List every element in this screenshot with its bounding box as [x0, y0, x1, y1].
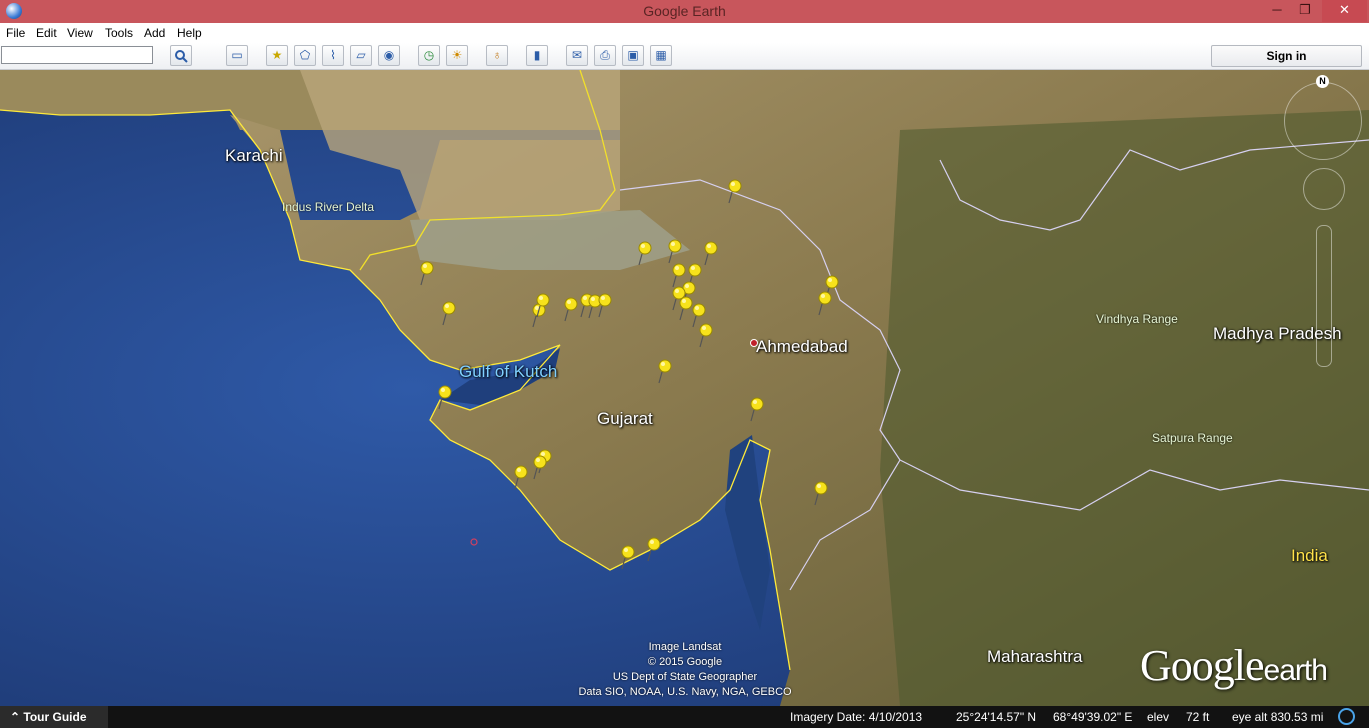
- status-bar: Imagery Date: 4/10/2013 25°24'14.57" N 6…: [0, 706, 1369, 728]
- look-control[interactable]: [1284, 82, 1362, 160]
- ruler-icon: ▮: [533, 48, 541, 62]
- pushpin-icon[interactable]: [816, 290, 832, 316]
- historical-imagery-icon: ◷: [423, 48, 435, 62]
- ruler-button[interactable]: ▮: [526, 45, 548, 66]
- sidebar-toggle-button[interactable]: ▭: [226, 45, 248, 66]
- menu-help[interactable]: Help: [177, 26, 202, 40]
- label-satpura-range: Satpura Range: [1152, 431, 1233, 445]
- image-overlay-icon: ▱: [356, 48, 366, 62]
- add-image-overlay-button[interactable]: ▱: [350, 45, 372, 66]
- email-icon: ✉: [571, 48, 583, 62]
- label-india: India: [1291, 546, 1328, 565]
- record-tour-button[interactable]: ◉: [378, 45, 400, 66]
- maximize-button[interactable]: ❐: [1290, 0, 1320, 22]
- elevation-label: elev: [1147, 710, 1170, 724]
- move-control[interactable]: [1303, 168, 1345, 210]
- pushpin-icon[interactable]: [666, 238, 682, 264]
- tour-guide-button[interactable]: ⌃ Tour Guide: [0, 706, 108, 728]
- title-bar: Google Earth ─ ❐ ✕: [0, 0, 1369, 23]
- sidebar-icon: ▭: [231, 48, 243, 62]
- google-earth-logo: Googleearth: [1140, 640, 1328, 691]
- pushpin-icon[interactable]: [418, 260, 434, 286]
- search-input[interactable]: [1, 46, 153, 64]
- save-image-icon: ▣: [627, 48, 639, 62]
- pushpin-icon[interactable]: [812, 480, 828, 506]
- eye-altitude-readout: eye alt 830.53 mi: [1232, 710, 1324, 724]
- minimize-button[interactable]: ─: [1262, 0, 1292, 22]
- credit-line: Data SIO, NOAA, U.S. Navy, NGA, GEBCO: [578, 686, 792, 698]
- pushpin-icon[interactable]: [512, 464, 528, 490]
- print-button[interactable]: ⎙: [594, 45, 616, 66]
- add-placemark-button[interactable]: ★: [266, 45, 288, 66]
- add-path-button[interactable]: ⌇: [322, 45, 344, 66]
- earth-map-view[interactable]: Karachi Ahmedabad Gujarat Gulf of Kutch …: [0, 70, 1369, 706]
- add-polygon-button[interactable]: ⬠: [294, 45, 316, 66]
- logo-google: Google: [1140, 641, 1265, 690]
- label-gujarat: Gujarat: [597, 409, 653, 428]
- pushpin-icon[interactable]: [726, 178, 742, 204]
- pushpin-icon[interactable]: [702, 240, 718, 266]
- pushpin-icon[interactable]: [436, 384, 452, 410]
- polygon-icon: ⬠: [299, 48, 311, 62]
- pushpin-icon[interactable]: [440, 300, 456, 326]
- label-ahmedabad: Ahmedabad: [756, 337, 848, 356]
- menu-view[interactable]: View: [67, 26, 93, 40]
- menu-bar: File Edit View Tools Add Help: [0, 23, 1369, 43]
- window-title: Google Earth: [643, 3, 726, 19]
- path-icon: ⌇: [330, 48, 336, 62]
- label-indus-river-delta: Indus River Delta: [282, 200, 375, 214]
- longitude-readout: 68°49'39.02" E: [1053, 710, 1133, 724]
- sunlight-icon: ☀: [451, 48, 463, 62]
- email-button[interactable]: ✉: [566, 45, 588, 66]
- menu-file[interactable]: File: [6, 26, 25, 40]
- sign-in-button[interactable]: Sign in: [1211, 45, 1362, 67]
- record-tour-icon: ◉: [383, 48, 395, 62]
- print-icon: ⎙: [600, 48, 610, 62]
- label-gulf-of-kutch: Gulf of Kutch: [459, 362, 558, 381]
- zoom-slider[interactable]: [1316, 225, 1332, 367]
- close-button[interactable]: ✕: [1322, 0, 1367, 22]
- credit-line: Image Landsat: [648, 641, 722, 653]
- pushpin-icon[interactable]: [645, 536, 661, 562]
- pushpin-icon[interactable]: [619, 544, 635, 570]
- view-in-maps-icon: ▦: [655, 48, 667, 62]
- label-maharashtra: Maharashtra: [987, 647, 1083, 666]
- sunlight-button[interactable]: ☀: [446, 45, 468, 66]
- pushpin-icon[interactable]: [697, 322, 713, 348]
- latitude-readout: 25°24'14.57" N: [956, 710, 1037, 724]
- magnifier-icon: [175, 50, 188, 63]
- compass-north-icon[interactable]: N: [1316, 75, 1329, 88]
- elevation-readout: 72 ft: [1186, 710, 1210, 724]
- toolbar: ▭ ★ ⬠ ⌇ ▱ ◉ ◷ ☀ ♁ ▮ ✉ ⎙ ▣ ▦ Sign in: [0, 43, 1369, 70]
- save-image-button[interactable]: ▣: [622, 45, 644, 66]
- chevron-up-icon: ⌃: [10, 710, 21, 724]
- planets-icon: ♁: [492, 48, 502, 62]
- logo-earth: earth: [1263, 654, 1328, 687]
- placemark-icon: ★: [271, 48, 283, 62]
- planets-button[interactable]: ♁: [486, 45, 508, 66]
- label-vindhya-range: Vindhya Range: [1096, 312, 1178, 326]
- pushpin-icon[interactable]: [636, 240, 652, 266]
- search-button[interactable]: [170, 45, 192, 66]
- historical-imagery-button[interactable]: ◷: [418, 45, 440, 66]
- menu-add[interactable]: Add: [144, 26, 165, 40]
- tour-guide-label: Tour Guide: [23, 710, 87, 724]
- imagery-credits: Image Landsat © 2015 Google US Dept of S…: [540, 640, 830, 700]
- credit-line: © 2015 Google: [647, 656, 723, 668]
- streaming-status-icon: [1338, 708, 1355, 725]
- pushpin-icon[interactable]: [596, 292, 612, 318]
- credit-line: US Dept of State Geographer: [612, 671, 758, 683]
- label-karachi: Karachi: [225, 146, 283, 165]
- pushpin-icon[interactable]: [748, 396, 764, 422]
- imagery-date: Imagery Date: 4/10/2013: [790, 710, 923, 724]
- satellite-imagery: [0, 70, 1369, 706]
- pushpin-icon[interactable]: [531, 454, 547, 480]
- menu-tools[interactable]: Tools: [105, 26, 133, 40]
- pushpin-icon[interactable]: [562, 296, 578, 322]
- pushpin-icon[interactable]: [656, 358, 672, 384]
- pushpin-icon[interactable]: [534, 292, 550, 318]
- menu-edit[interactable]: Edit: [36, 26, 57, 40]
- view-in-maps-button[interactable]: ▦: [650, 45, 672, 66]
